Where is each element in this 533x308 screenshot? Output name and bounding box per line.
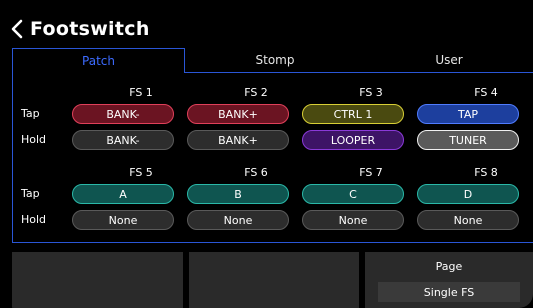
tap-row-label: Tap: [21, 107, 40, 120]
fs4-hold-button[interactable]: TUNER: [417, 130, 519, 150]
fs1-tap-button[interactable]: BANK-: [72, 104, 174, 124]
fs8-tap-button[interactable]: D: [417, 184, 519, 204]
fs2-tap-button[interactable]: BANK+: [187, 104, 289, 124]
fs-header-5: FS 5: [129, 166, 153, 179]
bottom-cell-1[interactable]: [12, 252, 183, 308]
tab-patch[interactable]: Patch: [12, 48, 185, 73]
title-bar: Footswitch: [8, 14, 150, 44]
fs5-tap-button[interactable]: A: [72, 184, 174, 204]
fs1-hold-button[interactable]: BANK-: [72, 130, 174, 150]
tab-bar: Patch Stomp User: [12, 48, 533, 73]
fs3-tap-button[interactable]: CTRL 1: [302, 104, 404, 124]
page-mode-cell: Page Single FS: [365, 252, 533, 308]
fs7-hold-button[interactable]: None: [302, 210, 404, 230]
bottom-bar: Page Single FS: [0, 252, 533, 308]
page-title: Footswitch: [30, 18, 150, 40]
fs-header-6: FS 6: [244, 166, 268, 179]
fs5-hold-button[interactable]: None: [72, 210, 174, 230]
fs7-tap-button[interactable]: C: [302, 184, 404, 204]
tap-row-label-2: Tap: [21, 187, 40, 200]
fs4-tap-button[interactable]: TAP: [417, 104, 519, 124]
tab-stomp[interactable]: Stomp: [185, 48, 365, 73]
footswitch-panel: FS 1 FS 2 FS 3 FS 4 Tap Hold BANK- BANK+…: [12, 73, 533, 243]
bottom-cell-2[interactable]: [189, 252, 359, 308]
fs-header-1: FS 1: [129, 86, 153, 99]
tab-user[interactable]: User: [365, 48, 533, 73]
fs8-hold-button[interactable]: None: [417, 210, 519, 230]
fs-header-7: FS 7: [359, 166, 383, 179]
fs-header-4: FS 4: [474, 86, 498, 99]
hold-row-label: Hold: [21, 133, 47, 146]
fs6-tap-button[interactable]: B: [187, 184, 289, 204]
hold-row-label-2: Hold: [21, 213, 47, 226]
page-mode-selector[interactable]: Single FS: [378, 282, 520, 302]
fs-header-8: FS 8: [474, 166, 498, 179]
fs6-hold-button[interactable]: None: [187, 210, 289, 230]
chevron-left-icon[interactable]: [8, 18, 26, 40]
fs-header-3: FS 3: [359, 86, 383, 99]
page-label: Page: [435, 260, 463, 273]
fs-header-2: FS 2: [244, 86, 268, 99]
footswitch-screen: Footswitch Patch Stomp User FS 1 FS 2 FS…: [0, 0, 533, 308]
fs3-hold-button[interactable]: LOOPER: [302, 130, 404, 150]
fs2-hold-button[interactable]: BANK+: [187, 130, 289, 150]
